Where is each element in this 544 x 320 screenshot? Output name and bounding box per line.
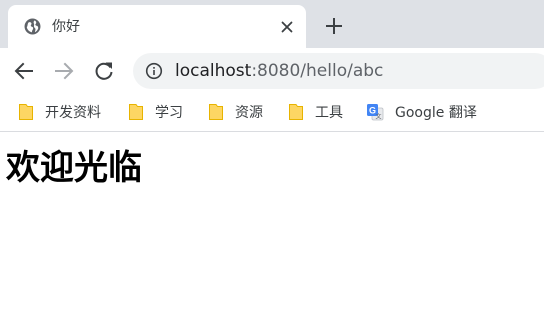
- bookmark-google-translate[interactable]: G 文 Google 翻译: [366, 100, 477, 124]
- google-translate-icon: G 文: [367, 104, 384, 121]
- bookmark-label: 学习: [155, 105, 183, 121]
- folder-icon: [209, 104, 223, 120]
- tab-title: 你好: [52, 19, 80, 35]
- url-text[interactable]: localhost:8080/hello/abc: [175, 60, 383, 82]
- bookmark-label: Google 翻译: [395, 105, 477, 121]
- new-tab-plus-icon[interactable]: [323, 15, 345, 37]
- url-path: :8080/hello/abc: [251, 61, 384, 81]
- bookmark-folder-resources[interactable]: 资源: [208, 100, 263, 124]
- page-heading: 欢迎光临: [6, 148, 142, 188]
- back-arrow-icon[interactable]: [12, 59, 36, 83]
- bookmark-folder-dev[interactable]: 开发资料: [18, 100, 101, 124]
- globe-icon: [24, 18, 41, 35]
- browser-tab[interactable]: 你好: [8, 5, 306, 48]
- close-icon[interactable]: [277, 17, 297, 37]
- bookmark-label: 工具: [315, 105, 343, 121]
- folder-icon: [19, 104, 33, 120]
- reload-icon[interactable]: [92, 59, 116, 83]
- address-bar[interactable]: localhost:8080/hello/abc: [133, 53, 544, 89]
- bookmark-label: 开发资料: [45, 105, 101, 121]
- bookmarks-bar: 开发资料 学习 资源 工具 G 文 Google 翻译: [0, 94, 544, 132]
- bookmark-folder-study[interactable]: 学习: [128, 100, 183, 124]
- folder-icon: [289, 104, 303, 120]
- url-host: localhost: [175, 61, 252, 81]
- browser-toolbar: localhost:8080/hello/abc: [0, 48, 544, 94]
- svg-text:文: 文: [375, 113, 381, 121]
- bookmark-folder-tools[interactable]: 工具: [288, 100, 343, 124]
- bookmark-label: 资源: [235, 105, 263, 121]
- page-content: 欢迎光临: [0, 133, 544, 320]
- forward-arrow-icon[interactable]: [52, 59, 76, 83]
- tab-strip: 你好: [0, 0, 544, 48]
- info-icon[interactable]: [145, 62, 163, 80]
- folder-icon: [129, 104, 143, 120]
